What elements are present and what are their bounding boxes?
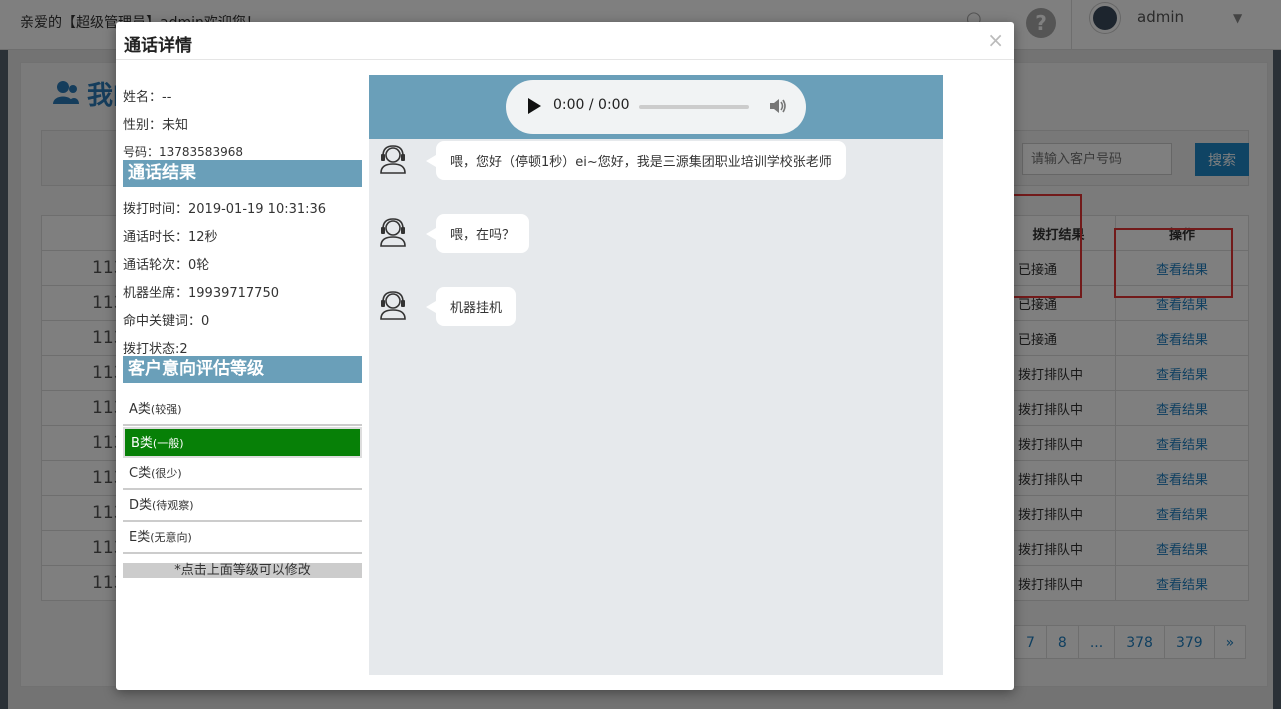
audio-progress-bar[interactable] — [639, 105, 749, 109]
customer-name: 姓名：-- — [123, 90, 172, 105]
dial-time: 拨打时间：2019-01-19 10:31:36 — [123, 202, 327, 217]
call-detail-dialog: 通话详情 × 姓名：-- 性别：未知 号码：13783583968 通话结果 拨… — [116, 22, 1014, 690]
section-call-result: 通话结果 — [123, 160, 362, 187]
grade-option[interactable]: E类(无意向) — [123, 523, 362, 554]
message-bubble: 喂，您好（停顿1秒）ei~您好，我是三源集团职业培训学校张老师 — [426, 141, 846, 180]
dialog-title: 通话详情 — [124, 36, 192, 56]
grade-note: (很少) — [151, 467, 182, 480]
grade-option[interactable]: D类(待观察) — [123, 491, 362, 522]
play-icon[interactable] — [528, 98, 541, 114]
audio-time: 0:00 / 0:00 — [553, 97, 630, 113]
close-icon[interactable]: × — [987, 28, 1004, 52]
grade-label: D类 — [129, 498, 153, 513]
audio-header: 0:00 / 0:00 — [369, 75, 943, 139]
customer-phone: 号码：13783583968 — [123, 145, 243, 159]
grade-hint: *点击上面等级可以修改 — [123, 563, 362, 578]
grade-note: (待观察) — [152, 499, 194, 512]
grade-note: (一般) — [152, 437, 184, 450]
grade-label: E类 — [129, 530, 151, 545]
dialog-header: 通话详情 × — [116, 22, 1014, 60]
audio-player[interactable]: 0:00 / 0:00 — [506, 80, 806, 134]
call-duration: 通话时长：12秒 — [123, 230, 218, 245]
grade-option[interactable]: A类(较强) — [123, 395, 362, 426]
conversation-panel: 0:00 / 0:00 喂，您好（停顿1秒）ei~您好，我是三源集团职业培训学校… — [369, 75, 943, 675]
agent-avatar-icon — [379, 144, 407, 174]
robot-seat: 机器坐席：19939717750 — [123, 286, 279, 301]
grade-note: (无意向) — [150, 531, 192, 544]
message-bubble: 机器挂机 — [425, 287, 517, 326]
grade-note: (较强) — [150, 403, 182, 416]
call-rounds: 通话轮次：0轮 — [123, 258, 210, 273]
grade-label: A类 — [129, 402, 151, 417]
agent-avatar-icon — [379, 217, 407, 247]
grade-label: B类 — [131, 436, 153, 451]
hit-keywords: 命中关键词：0 — [123, 314, 210, 329]
dial-status: 拨打状态:2 — [123, 342, 188, 357]
grade-option[interactable]: C类(很少) — [123, 459, 362, 490]
section-intent-grade: 客户意向评估等级 — [123, 356, 362, 383]
volume-icon[interactable] — [769, 97, 787, 115]
grade-label: C类 — [129, 466, 152, 481]
grade-option[interactable]: B类(一般) — [123, 427, 362, 458]
customer-gender: 性别：未知 — [123, 118, 189, 133]
agent-avatar-icon — [379, 290, 407, 320]
message-bubble: 喂，在吗？ — [425, 214, 530, 253]
